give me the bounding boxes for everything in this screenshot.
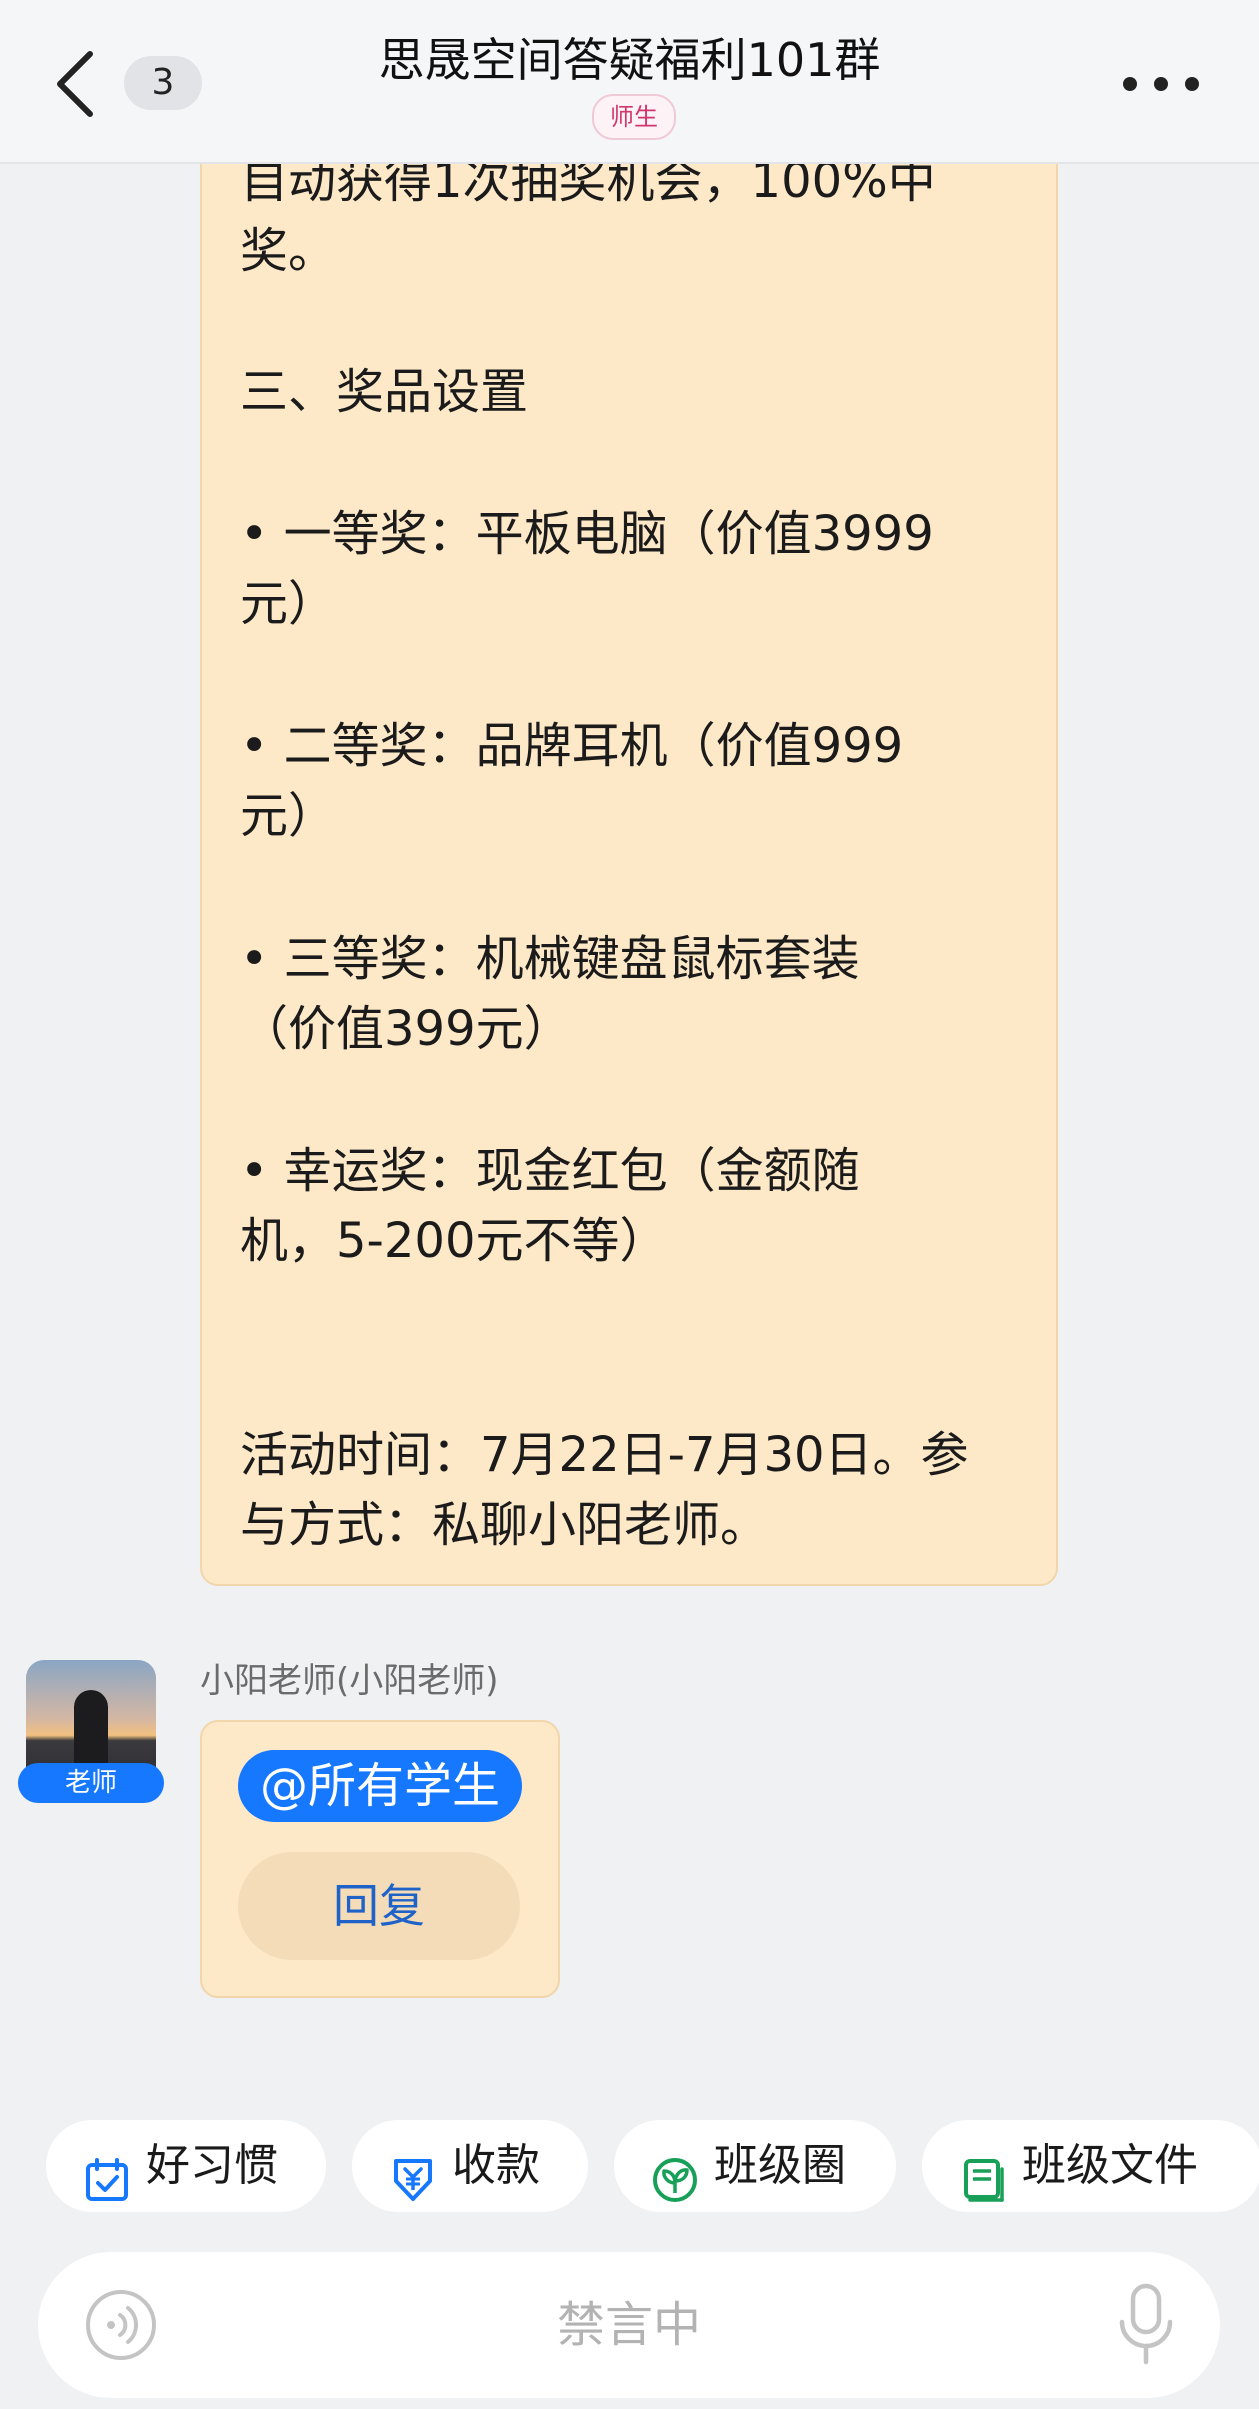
message-text-line: 奖。 xyxy=(240,223,337,279)
more-options-icon[interactable] xyxy=(1123,72,1199,96)
message-text-line: • 幸运奖：现金红包（金额随 xyxy=(240,1143,860,1199)
quick-action-label: 收款 xyxy=(452,2140,540,2191)
quick-actions-bar: 好习惯 收款 班级圈 班级文件 xyxy=(0,2120,1259,2214)
muted-input-placeholder: 禁言中 xyxy=(556,2297,701,2353)
quick-action-class-circle[interactable]: 班级圈 xyxy=(614,2120,896,2212)
calendar-check-icon xyxy=(84,2143,130,2201)
message-text-line: • 二等奖：品牌耳机（价值999 xyxy=(240,718,904,774)
message-text-line: • 三等奖：机械键盘鼠标套装 xyxy=(240,931,860,987)
microphone-icon[interactable] xyxy=(1116,2282,1176,2368)
file-icon xyxy=(960,2143,1006,2202)
message-text-line: • 一等奖：平板电脑（价值3999 xyxy=(240,506,934,562)
message-text-line: 元） xyxy=(240,788,337,844)
avatar-silhouette xyxy=(74,1690,108,1770)
message-text-line: 机，5-200元不等） xyxy=(240,1213,668,1269)
yuan-download-icon xyxy=(390,2143,436,2201)
reply-button[interactable]: 回复 xyxy=(238,1852,520,1960)
message-input-bar: 禁言中 xyxy=(38,2252,1220,2398)
quick-action-good-habit[interactable]: 好习惯 xyxy=(46,2120,326,2212)
chat-title: 思晟空间答疑福利101群 xyxy=(378,33,881,87)
message-text-line: （价值399元） xyxy=(240,1001,572,1057)
group-type-tag: 师生 xyxy=(592,94,676,140)
message-text-line: 元） xyxy=(240,576,337,632)
teacher-role-badge: 老师 xyxy=(18,1763,164,1803)
sprout-icon xyxy=(652,2143,698,2202)
message-text-line: 与方式：私聊小阳老师。 xyxy=(240,1497,769,1553)
announcement-message-bubble[interactable]: 自动获得1次抽奖机会，100%中 奖。 三、奖品设置 • 一等奖：平板电脑（价值… xyxy=(200,100,1058,1586)
mention-message-bubble[interactable]: @所有学生 回复 xyxy=(200,1720,560,1998)
quick-action-label: 好习惯 xyxy=(146,2140,278,2191)
quick-action-label: 班级文件 xyxy=(1022,2140,1198,2191)
message-text-line: 活动时间：7月22日-7月30日。参 xyxy=(240,1427,969,1483)
sender-name[interactable]: 小阳老师(小阳老师) xyxy=(200,1658,499,1704)
message-text-line: 三、奖品设置 xyxy=(240,364,529,420)
quick-action-collect-payment[interactable]: 收款 xyxy=(352,2120,588,2212)
chat-header: 3 思晟空间答疑福利101群 师生 xyxy=(0,0,1259,164)
quick-action-class-files[interactable]: 班级文件 xyxy=(922,2120,1259,2212)
mention-all-students[interactable]: @所有学生 xyxy=(238,1750,523,1822)
quick-action-label: 班级圈 xyxy=(714,2140,846,2191)
